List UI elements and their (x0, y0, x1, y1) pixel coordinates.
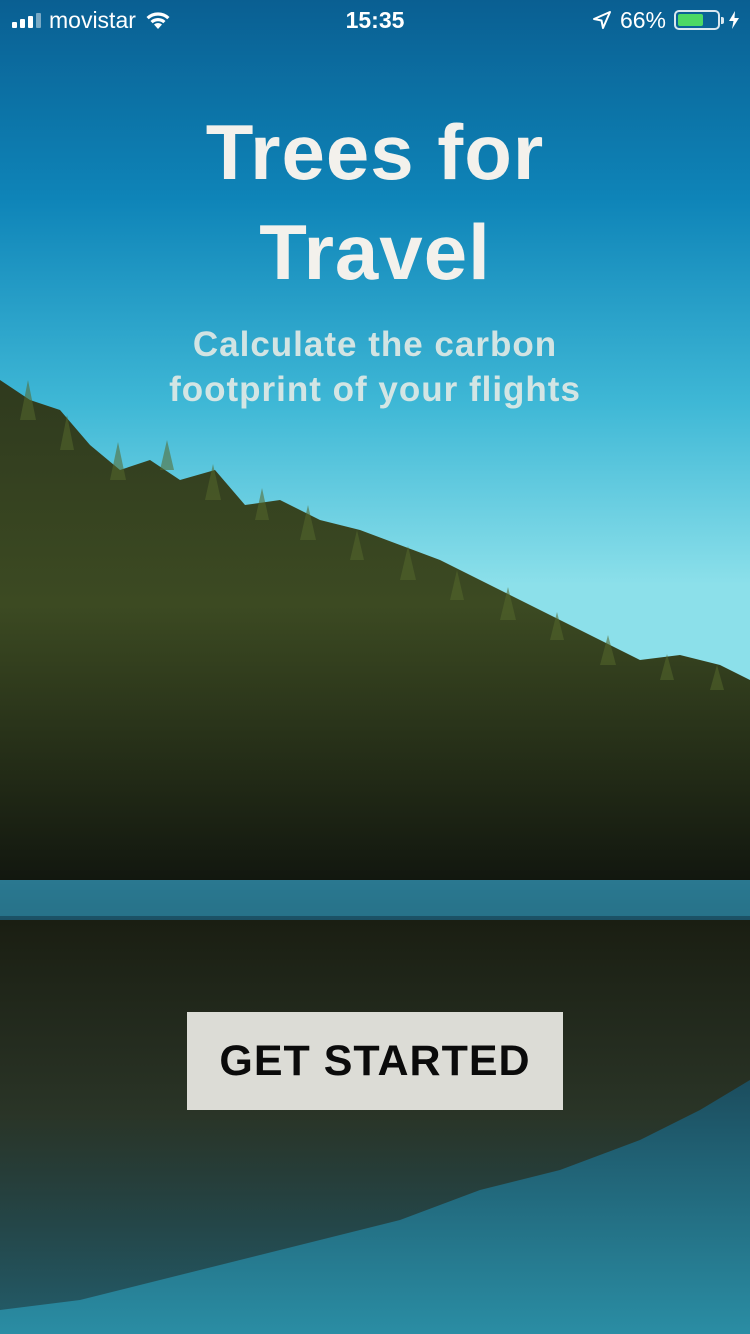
battery-level-fill (678, 14, 703, 26)
app-title: Trees for Travel (0, 102, 750, 302)
status-bar: movistar 15:35 66% (0, 0, 750, 40)
app-subtitle-line-1: Calculate the carbon (192, 325, 558, 364)
battery-percent: 66% (619, 7, 666, 33)
charging-bolt-icon (729, 11, 739, 29)
get-started-button[interactable]: GET STARTED (187, 1012, 563, 1110)
app-title-line-1: Trees for (205, 108, 545, 196)
welcome-screen: movistar 15:35 66% Trees for Travel Calc… (0, 0, 750, 1334)
location-arrow-icon (592, 11, 611, 29)
status-bar-right: 66% (592, 8, 740, 32)
app-subtitle-line-2: footprint of your flights (169, 370, 581, 409)
battery-icon (674, 10, 724, 30)
app-title-line-2: Travel (259, 208, 491, 296)
app-subtitle: Calculate the carbon footprint of your f… (0, 322, 750, 412)
